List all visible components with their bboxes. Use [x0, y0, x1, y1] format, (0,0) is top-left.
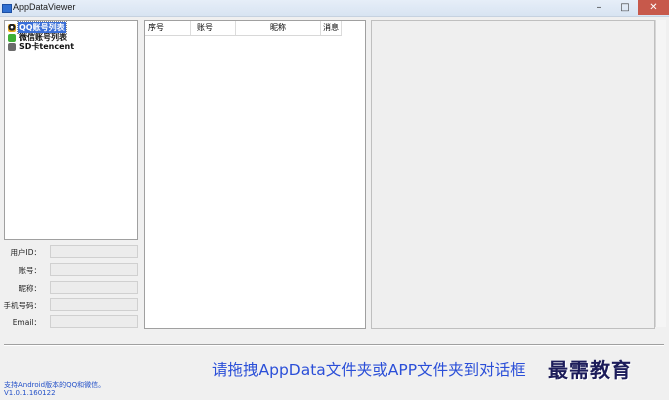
footer-divider	[4, 344, 664, 346]
phone-field[interactable]	[50, 298, 138, 311]
user-id-field[interactable]	[50, 245, 138, 258]
sd-card-icon	[8, 42, 16, 51]
nickname-label: 昵称：	[18, 284, 42, 293]
window-title: AppDataViewer	[13, 2, 76, 12]
watermark: 最需教育	[548, 358, 632, 382]
message-list[interactable]: 序号 账号 昵称 消息	[144, 20, 366, 329]
column-header-index[interactable]: 序号	[145, 21, 191, 35]
detail-panel[interactable]	[371, 20, 655, 329]
tree-item-qq-accounts[interactable]: QQ账号列表	[8, 21, 67, 34]
vertical-scrollbar[interactable]	[655, 20, 666, 327]
column-header-message[interactable]: 消息	[321, 21, 342, 35]
nickname-field[interactable]	[50, 281, 138, 294]
column-header-account[interactable]: 账号	[191, 21, 236, 35]
email-label: Email：	[12, 318, 41, 327]
email-field[interactable]	[50, 315, 138, 328]
drag-drop-hint: 请拖拽AppData文件夹或APP文件夹到对话框	[212, 361, 526, 379]
list-header: 序号 账号 昵称 消息	[145, 21, 342, 36]
phone-label: 手机号码：	[3, 301, 42, 310]
account-field[interactable]	[50, 263, 138, 276]
column-header-nickname[interactable]: 昵称	[236, 21, 321, 35]
tree-item-sd-card[interactable]: SD卡tencent	[8, 42, 75, 51]
wechat-icon	[8, 33, 16, 42]
account-tree[interactable]: QQ账号列表 微信账号列表 SD卡tencent	[4, 20, 138, 240]
user-id-label: 用户ID：	[10, 248, 42, 257]
minimize-button[interactable]: –	[586, 0, 612, 15]
account-label: 账号：	[18, 266, 42, 275]
tree-item-label: SD卡tencent	[19, 42, 75, 51]
app-icon	[2, 4, 12, 13]
close-button[interactable]: ✕	[638, 0, 669, 15]
qq-icon	[8, 23, 16, 32]
maximize-button[interactable]: □	[612, 0, 638, 15]
title-bar[interactable]: AppDataViewer – □ ✕	[0, 0, 669, 17]
version-label: V1.0.1.160122	[4, 389, 56, 397]
